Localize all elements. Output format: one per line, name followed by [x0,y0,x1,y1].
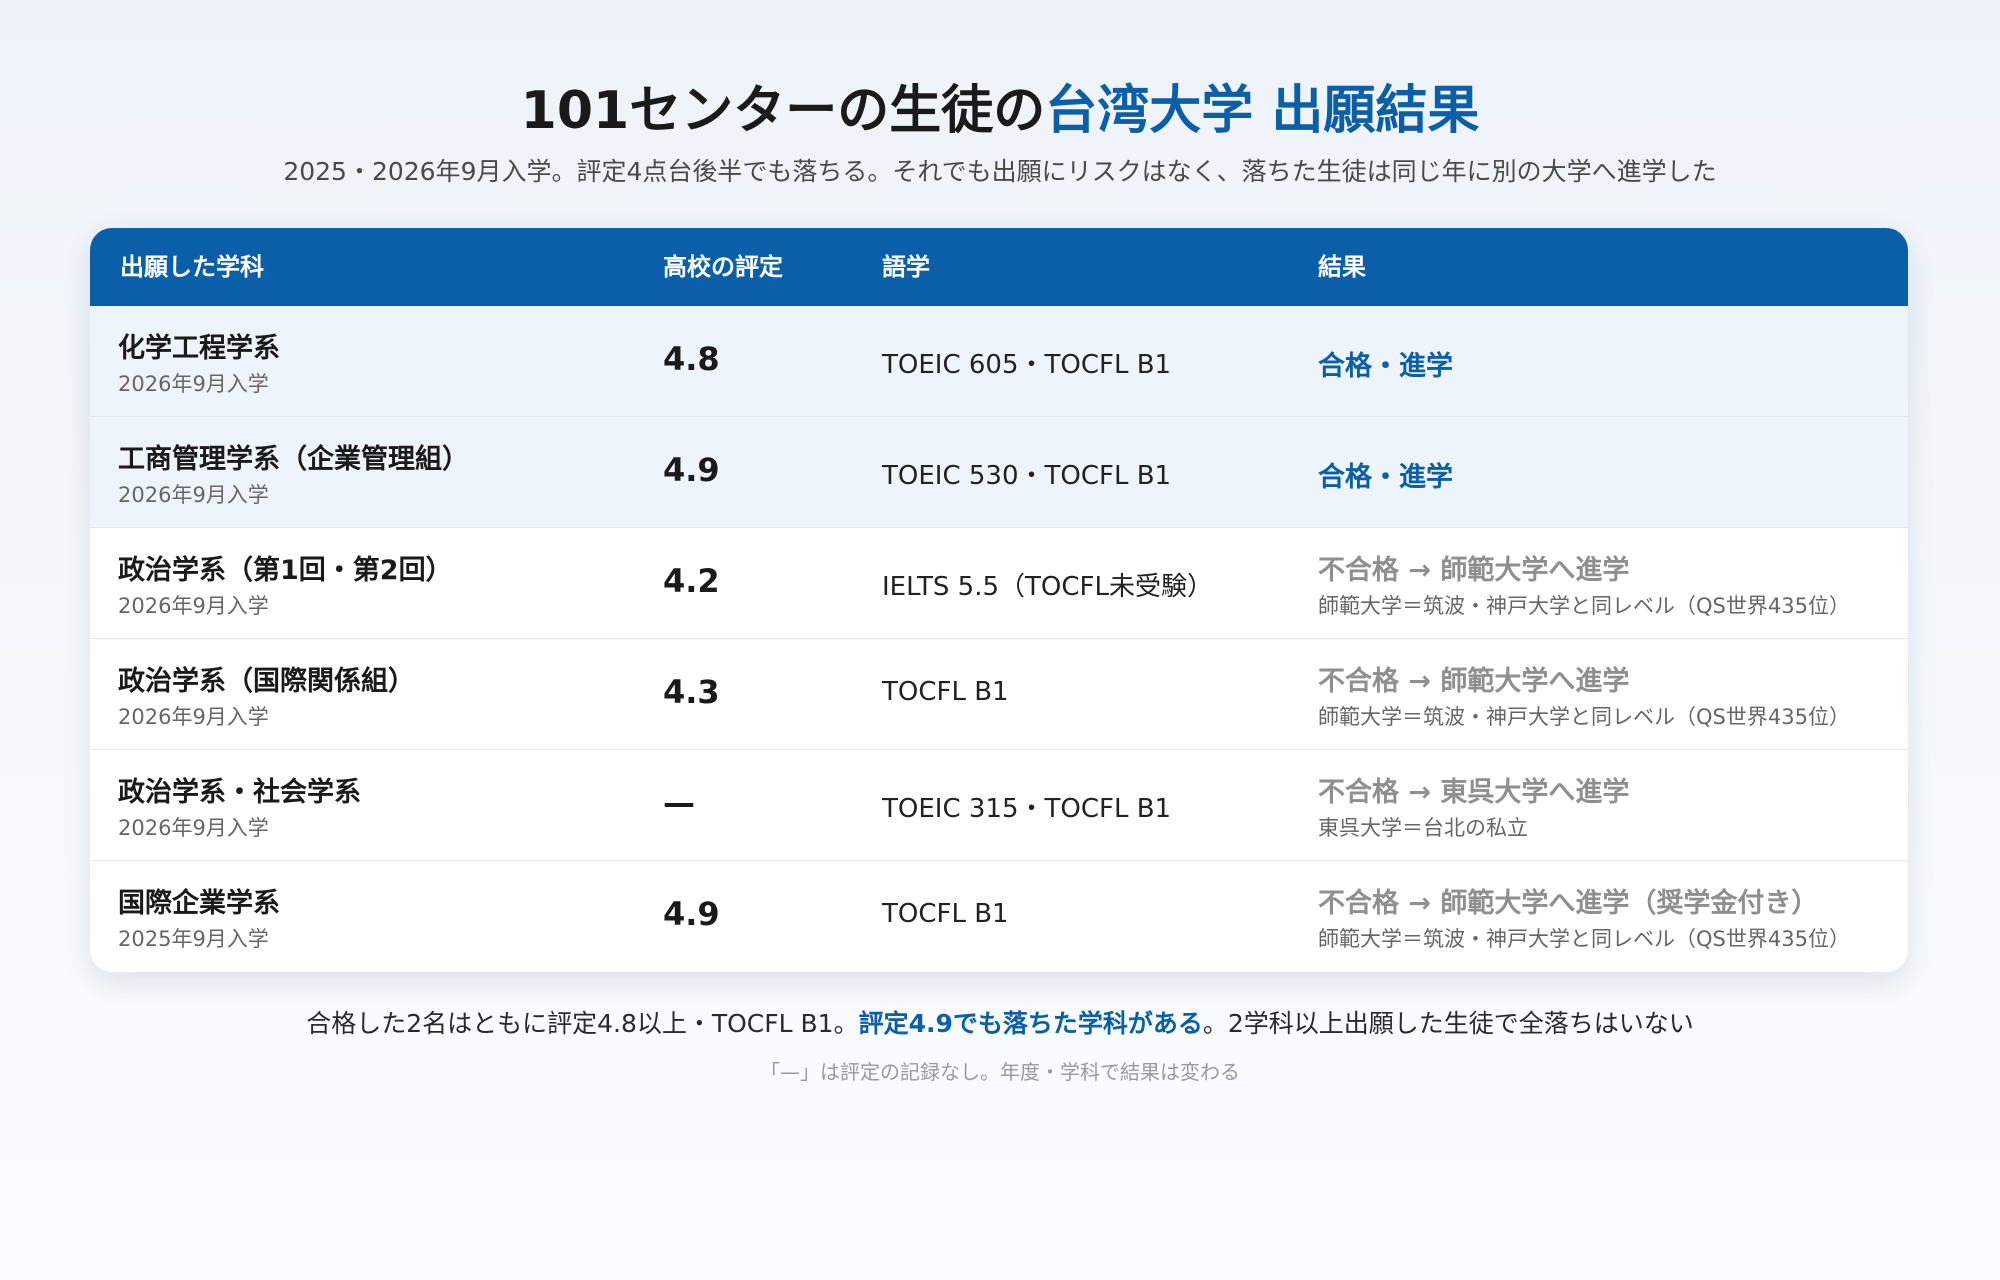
result-status: 合格・進学 [1318,462,1453,493]
enrollment-year: 2026年9月入学 [118,816,269,840]
language-score: TOEIC 530・TOCFL B1 [882,461,1172,491]
enrollment-year: 2025年9月入学 [118,927,269,951]
header-department: 出願した学科 [120,253,264,281]
enrollment-year: 2026年9月入学 [118,372,269,396]
result-status: 不合格 → 師範大学へ進学 [1318,555,1630,586]
result-status: 不合格 → 師範大学へ進学 [1318,666,1630,697]
header-grade: 高校の評定 [663,253,783,281]
table-header: 出願した学科 高校の評定 語学 結果 [90,228,1908,306]
language-score: TOCFL B1 [882,899,1009,929]
grade-value: 4.2 [663,562,720,600]
grade-value: 4.9 [663,895,720,933]
title-prefix: 101センターの生徒の [520,81,1046,141]
department-name: 化学工程学系 [118,333,280,364]
table-row: 化学工程学系 2026年9月入学 4.8 TOEIC 605・TOCFL B1 … [90,306,1908,417]
department-name: 政治学系（第1回・第2回） [118,555,453,586]
table-row: 政治学系（第1回・第2回） 2026年9月入学 4.2 IELTS 5.5（TO… [90,528,1908,639]
table-row: 政治学系（国際関係組） 2026年9月入学 4.3 TOCFL B1 不合格 →… [90,639,1908,750]
department-name: 政治学系（国際関係組） [118,666,415,697]
footer-highlight: 評定4.9でも落ちた学科がある [858,1009,1203,1038]
grade-value: 4.9 [663,451,720,489]
language-score: IELTS 5.5（TOCFL未受験） [882,572,1213,602]
page-title: 101センターの生徒の台湾大学 出願結果 [0,68,2000,143]
enrollment-year: 2026年9月入学 [118,705,269,729]
header-language: 語学 [882,253,930,281]
enrollment-year: 2026年9月入学 [118,594,269,618]
language-score: TOEIC 605・TOCFL B1 [882,350,1172,380]
result-status: 合格・進学 [1318,351,1453,382]
footer-summary: 合格した2名はともに評定4.8以上・TOCFL B1。評定4.9でも落ちた学科が… [0,1004,2000,1040]
department-name: 工商管理学系（企業管理組） [118,444,469,475]
table-row: 政治学系・社会学系 2026年9月入学 — TOEIC 315・TOCFL B1… [90,750,1908,861]
enrollment-year: 2026年9月入学 [118,483,269,507]
result-note: 師範大学＝筑波・神戸大学と同レベル（QS世界435位） [1318,705,1850,729]
result-note: 師範大学＝筑波・神戸大学と同レベル（QS世界435位） [1318,927,1850,951]
footer-summary-part1: 合格した2名はともに評定4.8以上・TOCFL B1。 [306,1009,859,1038]
result-note: 東呉大学＝台北の私立 [1318,816,1528,840]
grade-value: 4.8 [663,340,720,378]
title-accent: 台湾大学 出願結果 [1045,81,1480,141]
header-result: 結果 [1318,253,1366,281]
table-row: 工商管理学系（企業管理組） 2026年9月入学 4.9 TOEIC 530・TO… [90,417,1908,528]
page-subtitle: 2025・2026年9月入学。評定4点台後半でも落ちる。それでも出願にリスクはな… [283,157,1717,186]
result-status: 不合格 → 東呉大学へ進学 [1318,777,1630,808]
grade-value: — [663,784,695,822]
result-status: 不合格 → 師範大学へ進学（奨学金付き） [1318,888,1819,919]
table-row: 国際企業学系 2025年9月入学 4.9 TOCFL B1 不合格 → 師範大学… [90,861,1908,972]
department-name: 政治学系・社会学系 [118,777,361,808]
department-name: 国際企業学系 [118,888,280,919]
language-score: TOEIC 315・TOCFL B1 [882,794,1172,824]
result-note: 師範大学＝筑波・神戸大学と同レベル（QS世界435位） [1318,594,1850,618]
language-score: TOCFL B1 [882,677,1009,707]
footer-summary-part2: 。2学科以上出願した生徒で全落ちはいない [1202,1009,1694,1038]
results-table: 出願した学科 高校の評定 語学 結果 化学工程学系 2026年9月入学 4.8 … [90,228,1908,972]
grade-value: 4.3 [663,673,720,711]
footer-note: 「—」は評定の記録なし。年度・学科で結果は変わる [760,1060,1240,1084]
